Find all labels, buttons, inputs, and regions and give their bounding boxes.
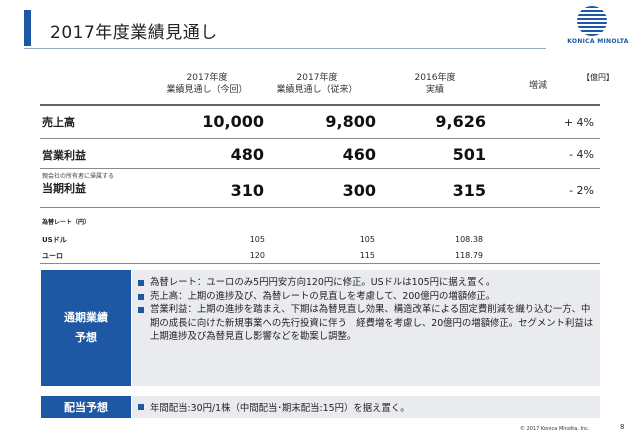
dividend-label-box: 配当予想: [41, 396, 131, 418]
row-divider: [40, 207, 600, 208]
outlook-label-line2: 予想: [75, 331, 97, 344]
column-header-forecast-current: 2017年度 業績見通し（今回）: [166, 73, 248, 95]
fx-usd-forecast-current: 105: [249, 235, 265, 244]
net-income-change: - 2%: [569, 184, 594, 197]
fx-eur-forecast-previous: 115: [359, 251, 375, 260]
op-profit-change: - 4%: [569, 148, 594, 161]
outlook-bullet-list: 為替レート：ユーロのみ5円円安方向120円に修正。USドルは105円に据え置く。…: [136, 276, 598, 344]
column-header-forecast-previous: 2017年度 業績見通し（従来）: [276, 73, 358, 95]
fx-eur-actual: 118.79: [455, 251, 483, 260]
dividend-text: 年間配当:30円/1株（中間配当･期末配当:15円）を据え置く。: [136, 400, 410, 414]
table-top-rule: [40, 104, 600, 106]
net-income-actual: 315: [452, 181, 486, 200]
fx-label-eur: ユーロ: [42, 252, 63, 260]
sales-change: + 4%: [563, 116, 594, 129]
globe-logo-icon: [577, 6, 607, 36]
column-header-change: 増減: [528, 81, 547, 91]
title-accent-bar: [24, 10, 31, 46]
net-income-forecast-current: 310: [230, 181, 264, 200]
fx-rate-title: 為替レート（円）: [42, 219, 91, 226]
fx-eur-forecast-current: 120: [249, 251, 265, 260]
fx-usd-actual: 108.38: [455, 235, 483, 244]
op-profit-forecast-previous: 460: [342, 145, 376, 164]
title-divider: [24, 48, 546, 49]
row-divider: [40, 168, 600, 169]
column-header-actual-2016: 2016年度 実績: [414, 73, 456, 95]
company-logo: KONICA MINOLTA: [558, 6, 638, 50]
op-profit-actual: 501: [452, 145, 486, 164]
row-label-net-income: 当期利益: [42, 182, 86, 195]
row-sublabel-net-income: 親会社の所有者に帰属する: [42, 173, 115, 180]
outlook-bullet: 営業利益：上期の進捗を踏まえ、下期は為替見直し効果、構造改革による固定費削減を織…: [136, 303, 598, 344]
row-label-sales: 売上高: [42, 116, 75, 129]
net-income-forecast-previous: 300: [342, 181, 376, 200]
row-label-operating-profit: 営業利益: [42, 149, 86, 162]
table-bottom-rule: [40, 263, 600, 264]
sales-actual: 9,626: [435, 112, 486, 131]
bullet-square-icon: [138, 293, 144, 300]
unit-label: 【億円】: [582, 73, 614, 82]
bullet-square-icon: [138, 404, 144, 410]
op-profit-forecast-current: 480: [230, 145, 264, 164]
sales-forecast-current: 10,000: [202, 112, 264, 131]
outlook-bullet: 為替レート：ユーロのみ5円円安方向120円に修正。USドルは105円に据え置く。: [136, 276, 598, 290]
page-number: 8: [620, 423, 625, 431]
bullet-square-icon: [138, 280, 144, 286]
logo-wordmark: KONICA MINOLTA: [567, 38, 629, 45]
bullet-square-icon: [138, 307, 144, 314]
row-divider: [40, 138, 600, 139]
sales-forecast-previous: 9,800: [325, 112, 376, 131]
fx-label-usd: USドル: [42, 236, 67, 244]
outlook-label-box: 通期業績 予想: [41, 270, 131, 386]
outlook-label-line1: 通期業績: [64, 311, 108, 324]
fx-usd-forecast-previous: 105: [359, 235, 375, 244]
copyright: © 2017 Konica Minolta, Inc.: [520, 426, 590, 432]
outlook-bullet: 売上高：上期の進捗及び、為替レートの見直しを考慮して、200億円の増額修正。: [136, 290, 598, 304]
page-title: 2017年度業績見通し: [50, 23, 218, 43]
